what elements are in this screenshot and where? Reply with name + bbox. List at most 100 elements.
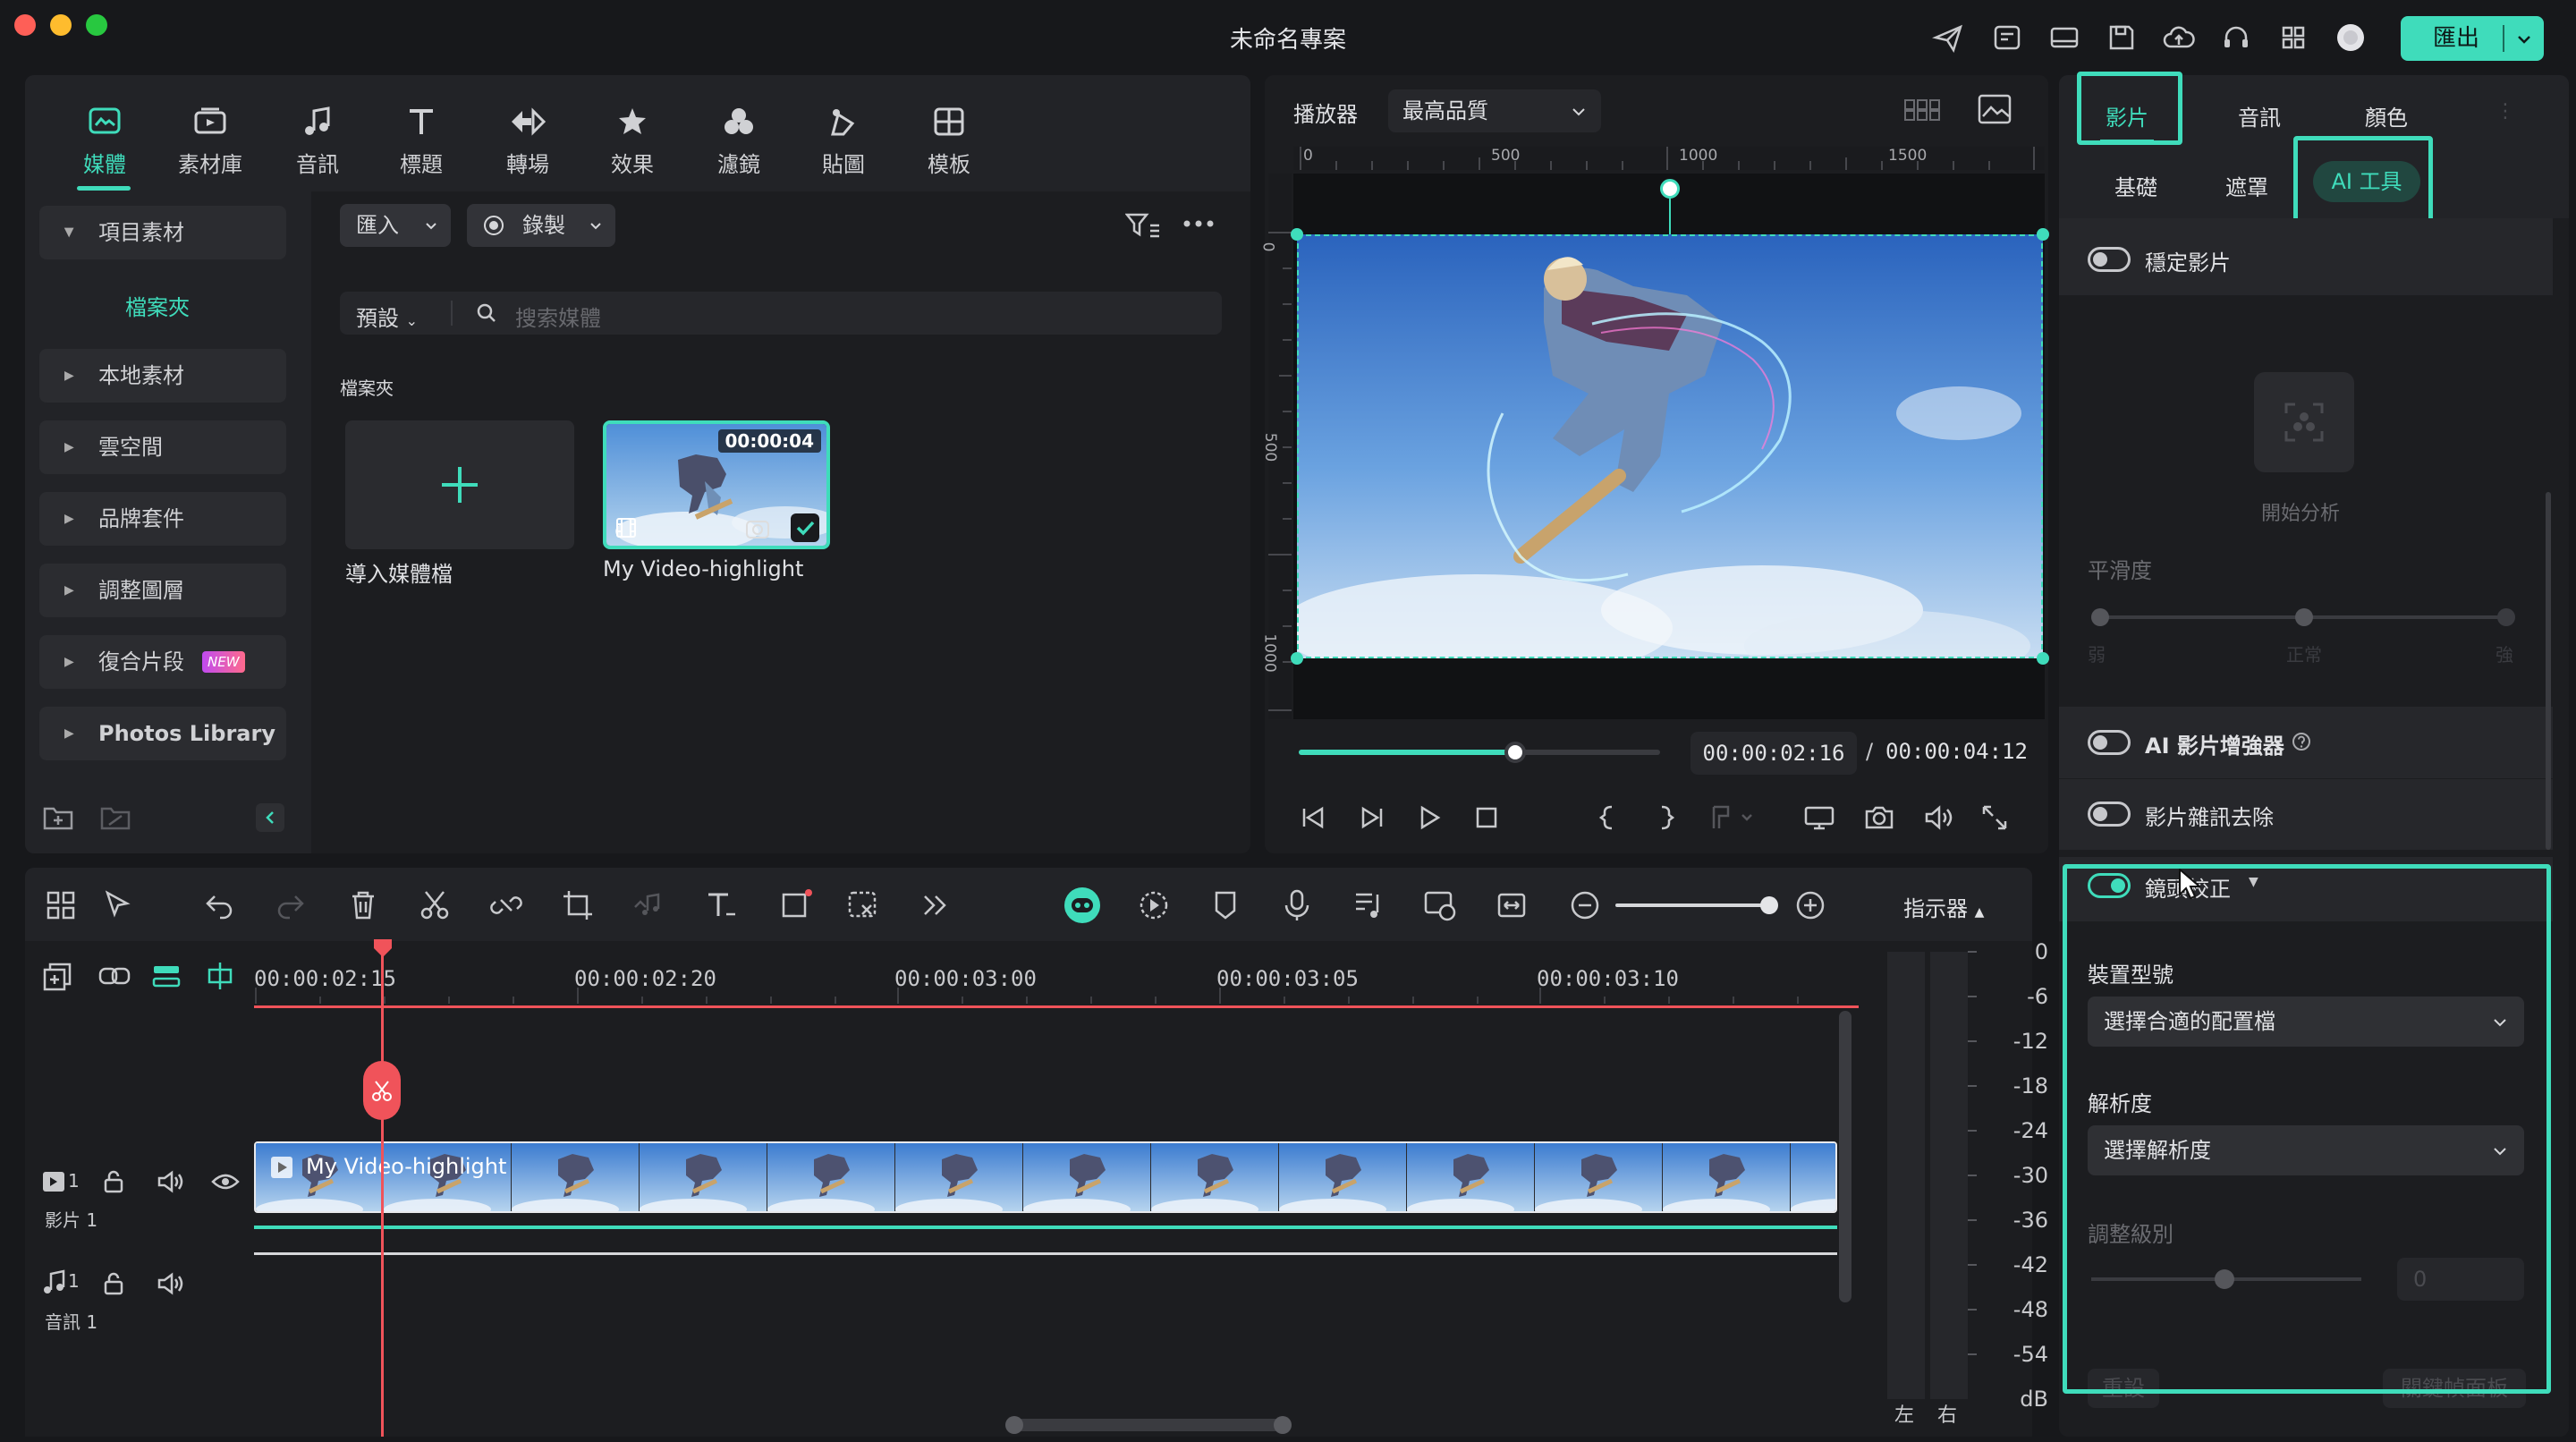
add-track-icon[interactable] <box>41 961 73 991</box>
video-clip[interactable]: My Video-highlight <box>254 1141 1837 1213</box>
analyze-button[interactable] <box>2254 372 2354 472</box>
help-icon[interactable] <box>2292 732 2311 751</box>
stabilize-toggle[interactable] <box>2088 247 2131 272</box>
playback-progress-track[interactable] <box>1299 742 1660 763</box>
zoom-out-icon[interactable] <box>1567 887 1603 923</box>
detach-link-icon[interactable] <box>488 887 524 923</box>
add-text-icon[interactable] <box>703 887 739 923</box>
tab-filters[interactable]: 濾鏡 <box>699 106 779 178</box>
record-button[interactable]: 錄製 <box>467 204 615 247</box>
select-pointer-icon[interactable] <box>100 887 136 923</box>
mark-out-icon[interactable] <box>1653 803 1678 832</box>
send-icon[interactable] <box>1932 21 1964 54</box>
resize-handle[interactable] <box>1291 228 1303 241</box>
mute-track-icon[interactable] <box>156 1270 184 1297</box>
sidebar-item-brand-kit[interactable]: ▶ 品牌套件 <box>39 492 286 546</box>
selection-box[interactable] <box>1297 234 2043 658</box>
tab-library[interactable]: 素材庫 <box>170 106 250 178</box>
sidebar-item-photos-library[interactable]: ▶ Photos Library <box>39 707 286 760</box>
avatar[interactable] <box>2334 21 2367 54</box>
tab-stickers[interactable]: 貼圖 <box>803 106 884 178</box>
scrollbar-handle[interactable] <box>1274 1416 1292 1434</box>
volume-icon[interactable] <box>1923 803 1953 832</box>
audio-effect-icon[interactable] <box>630 887 665 923</box>
stop-icon[interactable] <box>1472 803 1501 832</box>
playhead[interactable] <box>381 941 384 1437</box>
insert-marker-icon[interactable] <box>1708 803 1755 832</box>
tab-color[interactable]: 顏色 <box>2365 100 2408 131</box>
mute-track-icon[interactable] <box>156 1168 184 1195</box>
resize-handle[interactable] <box>1291 652 1303 665</box>
next-frame-icon[interactable] <box>1358 803 1386 832</box>
remove-folder-icon[interactable] <box>100 803 131 830</box>
lock-track-icon[interactable] <box>100 1168 127 1195</box>
split-at-playhead-button[interactable] <box>363 1061 401 1120</box>
inspector-scrollbar[interactable] <box>2546 492 2551 850</box>
rotate-handle[interactable] <box>1660 179 1680 199</box>
crop-icon[interactable] <box>560 887 596 923</box>
microphone-icon[interactable] <box>1279 887 1315 923</box>
ai-cutout-icon[interactable] <box>846 887 882 923</box>
tab-titles[interactable]: 標題 <box>381 106 462 178</box>
more-tools-icon[interactable] <box>918 887 953 923</box>
delete-icon[interactable] <box>345 887 381 923</box>
undo-icon[interactable] <box>202 887 238 923</box>
subtab-mask[interactable]: 遮罩 <box>2225 170 2268 201</box>
sidebar-item-compound-clip[interactable]: ▶ 復合片段 NEW <box>39 635 286 689</box>
import-media-card[interactable] <box>345 420 574 549</box>
ai-enhancer-toggle[interactable] <box>2088 730 2131 755</box>
quality-dropdown[interactable]: 最高品質 <box>1388 89 1601 132</box>
task-icon[interactable] <box>1991 21 2023 54</box>
tab-transitions[interactable]: 轉場 <box>487 106 568 178</box>
apps-grid-icon[interactable] <box>2277 21 2309 54</box>
zoom-in-icon[interactable] <box>1792 887 1828 923</box>
tab-audio-inspector[interactable]: 音訊 <box>2238 100 2281 131</box>
grid-view-icon[interactable] <box>1903 95 1941 125</box>
filter-sort-icon[interactable] <box>1125 211 1161 242</box>
play-icon[interactable] <box>1415 803 1444 832</box>
tab-media[interactable]: 媒體 <box>64 106 145 178</box>
more-options-icon[interactable] <box>1182 216 1215 231</box>
resize-handle[interactable] <box>2037 228 2049 241</box>
export-button[interactable]: 匯出 <box>2401 16 2544 61</box>
magnet-snap-icon[interactable] <box>204 961 236 991</box>
lock-track-icon[interactable] <box>100 1270 127 1297</box>
scrollbar-handle[interactable] <box>1005 1416 1023 1434</box>
link-clips-icon[interactable] <box>97 961 132 991</box>
sidebar-item-cloud[interactable]: ▶ 雲空間 <box>39 420 286 474</box>
chevron-down-icon[interactable] <box>2515 30 2533 48</box>
sidebar-item-adjustment-layer[interactable]: ▶ 調整圖層 <box>39 564 286 617</box>
preset-dropdown[interactable]: 預設 ⌄ <box>356 301 418 332</box>
headset-icon[interactable] <box>2220 21 2252 54</box>
tab-audio[interactable]: 音訊 <box>277 106 358 178</box>
zoom-slider[interactable] <box>1615 903 1775 907</box>
shape-mask-icon[interactable] <box>778 887 814 923</box>
pip-icon[interactable] <box>1422 887 1458 923</box>
snapshot-camera-icon[interactable] <box>1864 803 1894 832</box>
layout-icon[interactable] <box>2048 21 2080 54</box>
display-icon[interactable] <box>1803 803 1835 832</box>
current-time[interactable]: 00:00:02:16 <box>1690 732 1857 775</box>
eye-visibility-icon[interactable] <box>211 1168 240 1195</box>
playhead-handle[interactable] <box>372 939 394 959</box>
ai-assistant-button[interactable] <box>1064 887 1100 923</box>
tab-effects[interactable]: 效果 <box>592 106 673 178</box>
redo-icon[interactable] <box>272 887 308 923</box>
collapse-sidebar-button[interactable] <box>256 803 284 832</box>
denoise-toggle[interactable] <box>2088 802 2131 827</box>
work-area-bar[interactable] <box>254 1005 1859 1008</box>
split-scissors-icon[interactable] <box>417 887 453 923</box>
smoothness-knob[interactable] <box>2295 608 2313 626</box>
layout-grid-icon[interactable] <box>43 887 79 923</box>
mark-in-icon[interactable] <box>1596 803 1621 832</box>
marker-shield-icon[interactable] <box>1208 887 1243 923</box>
track-manager-icon[interactable] <box>150 961 182 991</box>
search-input[interactable]: 搜索媒體 <box>515 301 601 332</box>
import-button[interactable]: 匯入 <box>340 204 451 247</box>
resize-handle[interactable] <box>2037 652 2049 665</box>
new-folder-icon[interactable] <box>43 803 73 830</box>
sidebar-item-local[interactable]: ▶ 本地素材 <box>39 349 286 403</box>
fit-width-icon[interactable] <box>1494 887 1530 923</box>
timeline-vertical-scrollbar[interactable] <box>1839 1011 1852 1302</box>
tab-templates[interactable]: 模板 <box>909 106 989 178</box>
